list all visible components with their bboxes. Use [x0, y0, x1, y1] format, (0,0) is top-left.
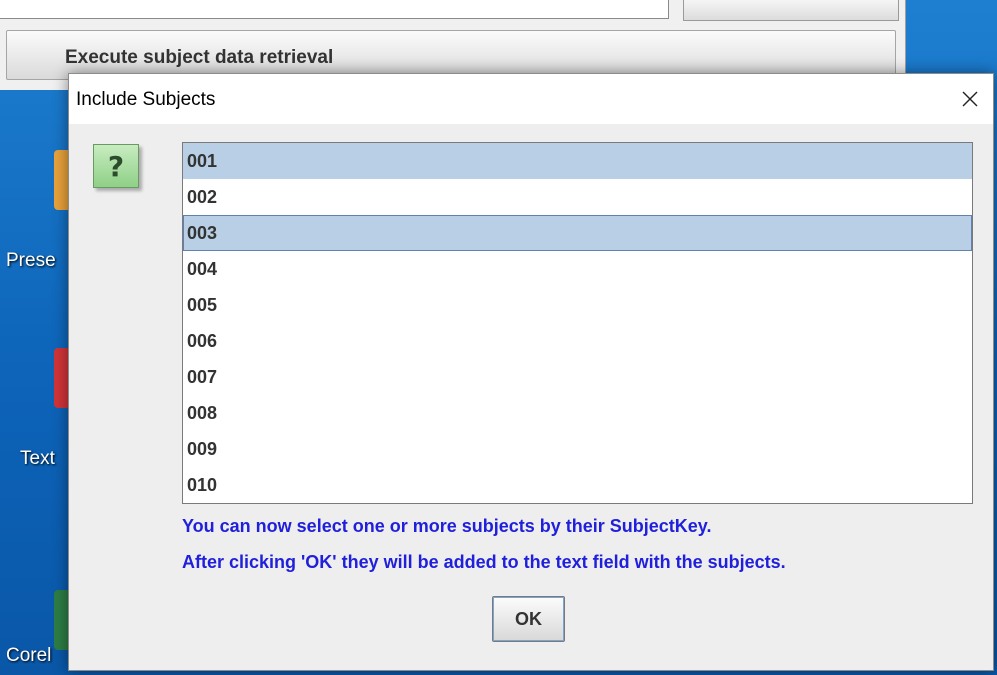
desktop-icon-presentation[interactable] — [0, 150, 70, 210]
dialog-title: Include Subjects — [76, 89, 216, 110]
question-mark-icon: ? — [93, 144, 139, 188]
list-item-subject-003[interactable]: 003 — [183, 215, 972, 251]
dialog-titlebar[interactable]: Include Subjects — [69, 74, 993, 124]
desktop-label-presentation[interactable]: Prese — [6, 250, 56, 272]
list-item-subject-005[interactable]: 005 — [183, 287, 972, 323]
list-item-subject-009[interactable]: 009 — [183, 431, 972, 467]
ok-button[interactable]: OK — [492, 596, 565, 642]
list-item-subject-010[interactable]: 010 — [183, 467, 972, 503]
browse-button[interactable] — [683, 0, 899, 21]
list-item-subject-002[interactable]: 002 — [183, 179, 972, 215]
desktop-icon-corel[interactable] — [0, 590, 70, 650]
list-item-subject-007[interactable]: 007 — [183, 359, 972, 395]
info-text-line-1: You can now select one or more subjects … — [182, 516, 712, 536]
list-item-subject-008[interactable]: 008 — [183, 395, 972, 431]
subjects-text-field[interactable] — [0, 0, 669, 19]
subjects-list[interactable]: 001 002 003 004 005 006 007 008 009 010 — [182, 142, 973, 504]
desktop-label-corel[interactable]: Corel — [6, 645, 51, 667]
desktop-label-text[interactable]: Text — [20, 448, 55, 470]
info-text-line-2: After clicking 'OK' they will be added t… — [182, 552, 786, 572]
close-icon — [962, 91, 978, 107]
close-button[interactable] — [947, 74, 993, 124]
list-item-subject-006[interactable]: 006 — [183, 323, 972, 359]
list-item-subject-004[interactable]: 004 — [183, 251, 972, 287]
include-subjects-dialog: Include Subjects ? 001 002 003 004 005 006 007… — [68, 73, 994, 671]
desktop-icon-text[interactable] — [0, 348, 70, 408]
list-item-subject-001[interactable]: 001 — [183, 143, 972, 179]
